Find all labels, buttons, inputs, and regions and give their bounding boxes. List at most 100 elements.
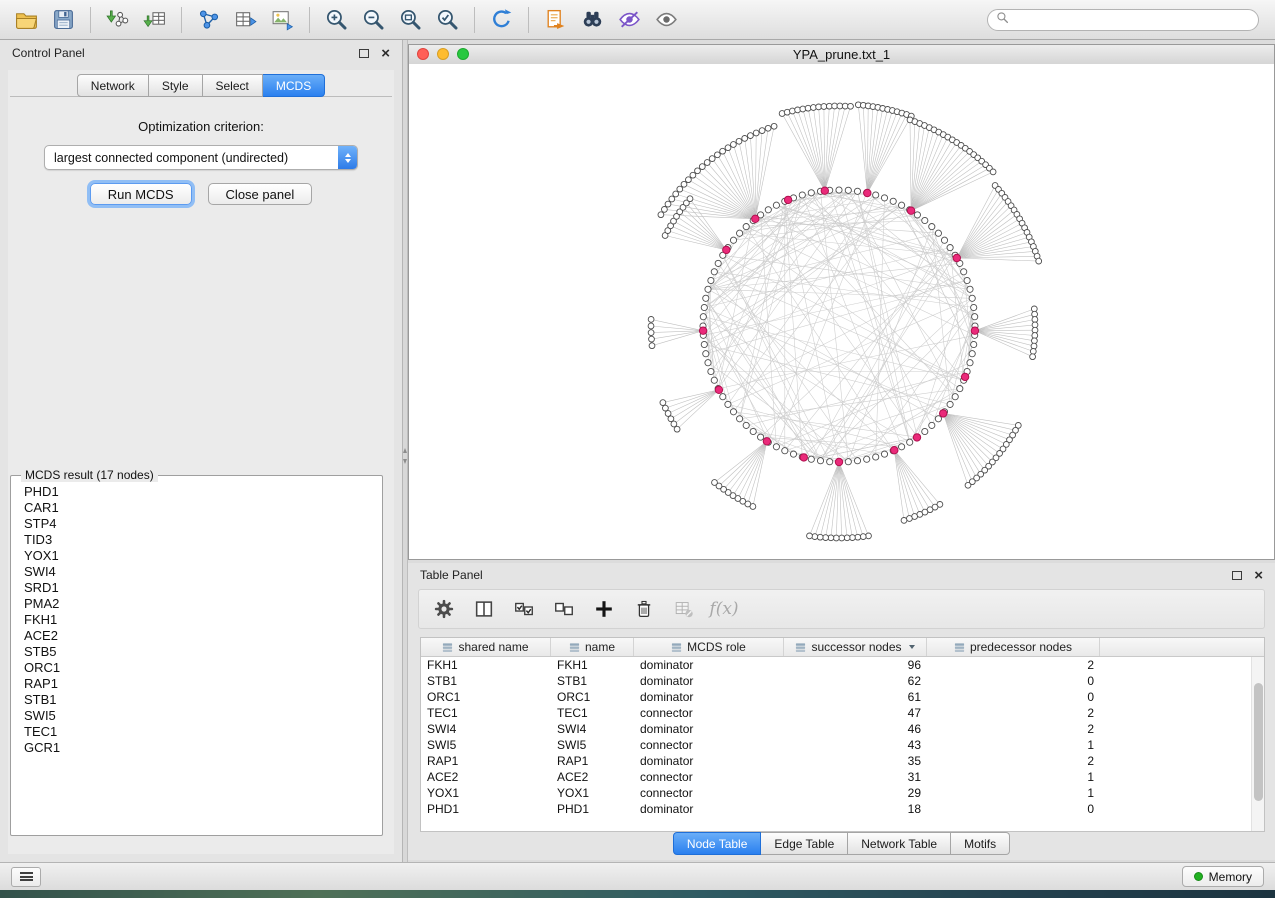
column-header-shared-name[interactable]: shared name bbox=[421, 638, 551, 656]
column-header-name[interactable]: name bbox=[551, 638, 634, 656]
tab-style[interactable]: Style bbox=[149, 74, 203, 97]
table-panel-title: Table Panel bbox=[420, 568, 483, 582]
scrollbar-thumb[interactable] bbox=[1254, 683, 1263, 801]
delete-column-icon bbox=[633, 598, 655, 620]
close-panel-button[interactable]: Close panel bbox=[208, 183, 313, 205]
mcds-buttons: Run MCDS Close panel bbox=[8, 183, 394, 205]
float-panel-icon[interactable] bbox=[359, 49, 369, 58]
network-titlebar[interactable]: YPA_prune.txt_1 bbox=[409, 45, 1274, 65]
delete-column-button[interactable] bbox=[627, 593, 661, 625]
create-column-button[interactable] bbox=[587, 593, 621, 625]
mcds-result-item[interactable]: CAR1 bbox=[15, 500, 378, 516]
tab-select[interactable]: Select bbox=[203, 74, 263, 97]
mcds-result-item[interactable]: PHD1 bbox=[15, 484, 378, 500]
cell-mcds-role: dominator bbox=[634, 754, 784, 768]
table-row[interactable]: YOX1YOX1connector291 bbox=[421, 785, 1251, 801]
table-row[interactable]: ORC1ORC1dominator610 bbox=[421, 689, 1251, 705]
table-row[interactable]: PHD1PHD1dominator180 bbox=[421, 801, 1251, 817]
mcds-result-item[interactable]: STP4 bbox=[15, 516, 378, 532]
control-panel-tabs: NetworkStyleSelectMCDS bbox=[8, 74, 394, 97]
automation-panel-button[interactable] bbox=[11, 867, 41, 887]
float-table-panel-icon[interactable] bbox=[1232, 571, 1242, 580]
close-window-button[interactable] bbox=[417, 48, 429, 60]
table-tab-node-table[interactable]: Node Table bbox=[673, 832, 762, 855]
application-window: Control Panel × NetworkStyleSelectMCDS O… bbox=[0, 0, 1275, 898]
share-document-button[interactable] bbox=[537, 3, 574, 36]
filter-view-button[interactable] bbox=[611, 3, 648, 36]
open-session-button[interactable] bbox=[8, 3, 45, 36]
import-network-button[interactable] bbox=[99, 3, 136, 36]
save-session-icon bbox=[51, 7, 76, 32]
desktop-wallpaper bbox=[0, 890, 1275, 898]
table-tab-motifs[interactable]: Motifs bbox=[951, 832, 1010, 855]
column-header-successor-nodes[interactable]: successor nodes bbox=[784, 638, 927, 656]
cell-mcds-role: connector bbox=[634, 786, 784, 800]
minimize-window-button[interactable] bbox=[437, 48, 449, 60]
mcds-result-item[interactable]: YOX1 bbox=[15, 548, 378, 564]
zoom-in-button[interactable] bbox=[318, 3, 355, 36]
table-tab-edge-table[interactable]: Edge Table bbox=[761, 832, 848, 855]
filter-view-icon bbox=[617, 7, 642, 32]
cell-shared-name: PHD1 bbox=[421, 802, 551, 816]
memory-button[interactable]: Memory bbox=[1182, 866, 1264, 887]
toolbar-separator bbox=[181, 7, 182, 33]
dropdown-stepper-icon bbox=[338, 146, 357, 169]
close-table-panel-icon[interactable]: × bbox=[1254, 568, 1263, 583]
column-header-MCDS-role[interactable]: MCDS role bbox=[634, 638, 784, 656]
table-row[interactable]: FKH1FKH1dominator962 bbox=[421, 657, 1251, 673]
tab-network[interactable]: Network bbox=[77, 74, 149, 97]
mcds-result-item[interactable]: STB5 bbox=[15, 644, 378, 660]
new-table-button[interactable] bbox=[227, 3, 264, 36]
criterion-dropdown[interactable]: largest connected component (undirected) bbox=[44, 145, 358, 170]
zoom-out-button[interactable] bbox=[355, 3, 392, 36]
mcds-result-item[interactable]: GCR1 bbox=[15, 740, 378, 756]
search-input[interactable] bbox=[1014, 12, 1258, 28]
mcds-result-item[interactable]: ACE2 bbox=[15, 628, 378, 644]
table-options-button[interactable] bbox=[427, 593, 461, 625]
export-image-button[interactable] bbox=[264, 3, 301, 36]
deselect-all-button[interactable] bbox=[547, 593, 581, 625]
cell-successor-nodes: 29 bbox=[784, 786, 927, 800]
zoom-selected-button[interactable] bbox=[429, 3, 466, 36]
tab-mcds[interactable]: MCDS bbox=[263, 74, 325, 97]
mcds-result-item[interactable]: PMA2 bbox=[15, 596, 378, 612]
new-network-button[interactable] bbox=[190, 3, 227, 36]
import-table-button[interactable] bbox=[136, 3, 173, 36]
refresh-network-button[interactable] bbox=[483, 3, 520, 36]
table-row[interactable]: TEC1TEC1connector472 bbox=[421, 705, 1251, 721]
table-row[interactable]: ACE2ACE2connector311 bbox=[421, 769, 1251, 785]
mcds-result-item[interactable]: TID3 bbox=[15, 532, 378, 548]
mcds-result-item[interactable]: SRD1 bbox=[15, 580, 378, 596]
cell-name: FKH1 bbox=[551, 658, 634, 672]
network-canvas[interactable] bbox=[409, 64, 1274, 559]
table-scrollbar[interactable] bbox=[1251, 657, 1264, 831]
table-row[interactable]: RAP1RAP1dominator352 bbox=[421, 753, 1251, 769]
run-mcds-button[interactable]: Run MCDS bbox=[90, 183, 192, 205]
mcds-result-box: MCDS result (17 nodes) PHD1CAR1STP4TID3Y… bbox=[10, 468, 383, 836]
find-nodes-icon bbox=[580, 7, 605, 32]
network-graph[interactable] bbox=[409, 64, 1274, 559]
table-row[interactable]: STB1STB1dominator620 bbox=[421, 673, 1251, 689]
mcds-result-item[interactable]: TEC1 bbox=[15, 724, 378, 740]
mcds-result-item[interactable]: SWI5 bbox=[15, 708, 378, 724]
zoom-in-icon bbox=[324, 7, 349, 32]
zoom-fit-button[interactable] bbox=[392, 3, 429, 36]
search-box[interactable] bbox=[987, 9, 1259, 31]
mcds-result-item[interactable]: SWI4 bbox=[15, 564, 378, 580]
table-row[interactable]: SWI5SWI5connector431 bbox=[421, 737, 1251, 753]
mcds-result-item[interactable]: ORC1 bbox=[15, 660, 378, 676]
find-nodes-button[interactable] bbox=[574, 3, 611, 36]
select-all-button[interactable] bbox=[507, 593, 541, 625]
zoom-window-button[interactable] bbox=[457, 48, 469, 60]
mcds-result-item[interactable]: STB1 bbox=[15, 692, 378, 708]
table-tab-network-table[interactable]: Network Table bbox=[848, 832, 951, 855]
column-header-predecessor-nodes[interactable]: predecessor nodes bbox=[927, 638, 1100, 656]
preview-view-button[interactable] bbox=[648, 3, 685, 36]
cell-successor-nodes: 18 bbox=[784, 802, 927, 816]
table-row[interactable]: SWI4SWI4dominator462 bbox=[421, 721, 1251, 737]
close-panel-icon[interactable]: × bbox=[381, 46, 390, 61]
mcds-result-item[interactable]: RAP1 bbox=[15, 676, 378, 692]
mcds-result-item[interactable]: FKH1 bbox=[15, 612, 378, 628]
show-columns-button[interactable] bbox=[467, 593, 501, 625]
save-session-button[interactable] bbox=[45, 3, 82, 36]
